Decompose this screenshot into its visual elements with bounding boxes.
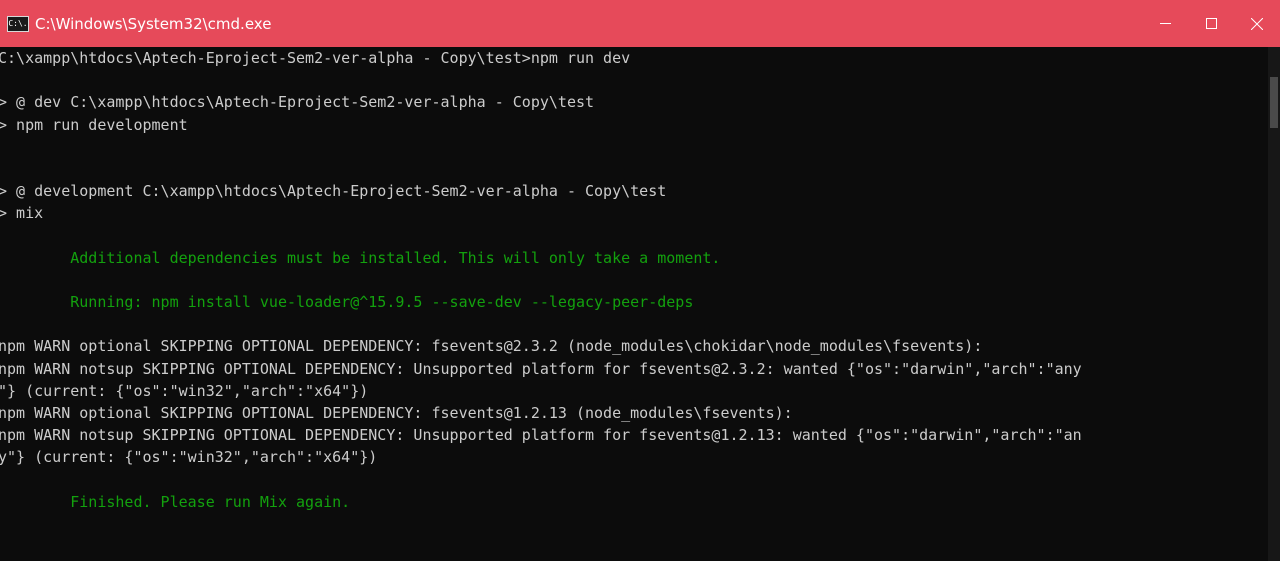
console-line: > @ dev C:\xampp\htdocs\Aptech-Eproject-… bbox=[0, 93, 595, 112]
console-line: y"} (current: {"os":"win32","arch":"x64"… bbox=[0, 448, 378, 467]
console-line: > mix bbox=[0, 204, 44, 223]
console-line: npm WARN optional SKIPPING OPTIONAL DEPE… bbox=[0, 337, 983, 356]
window-title: C:\Windows\System32\cmd.exe bbox=[35, 14, 272, 33]
console-line: Running: npm install vue-loader@^15.9.5 … bbox=[0, 293, 694, 312]
console-output[interactable]: C:\xampp\htdocs\Aptech-Eproject-Sem2-ver… bbox=[0, 47, 1268, 561]
console-line: > npm run development bbox=[0, 115, 188, 134]
maximize-icon bbox=[1205, 18, 1217, 29]
console-line: npm WARN notsup SKIPPING OPTIONAL DEPEND… bbox=[0, 359, 1082, 378]
close-icon bbox=[1251, 17, 1263, 30]
cmd-app-icon[interactable]: C:\. bbox=[7, 15, 29, 32]
close-button[interactable] bbox=[1234, 0, 1280, 47]
minimize-icon bbox=[1159, 18, 1171, 29]
scrollbar-thumb[interactable] bbox=[1270, 77, 1278, 129]
console-line: C:\xampp\htdocs\Aptech-Eproject-Sem2-ver… bbox=[0, 49, 631, 67]
cmd-window: C:\. C:\Windows\System32\cmd.exe C:\xamp… bbox=[0, 0, 1280, 561]
console-line: > @ development C:\xampp\htdocs\Aptech-E… bbox=[0, 182, 667, 201]
vertical-scrollbar[interactable] bbox=[1268, 47, 1280, 561]
console-line: Finished. Please run Mix again. bbox=[0, 492, 351, 511]
maximize-button[interactable] bbox=[1188, 0, 1234, 47]
console-line: "} (current: {"os":"win32","arch":"x64"}… bbox=[0, 381, 369, 400]
window-controls bbox=[1142, 0, 1280, 47]
console-line: npm WARN notsup SKIPPING OPTIONAL DEPEND… bbox=[0, 426, 1082, 445]
title-bar[interactable]: C:\. C:\Windows\System32\cmd.exe bbox=[0, 0, 1280, 47]
console-line: npm WARN optional SKIPPING OPTIONAL DEPE… bbox=[0, 404, 793, 422]
console-line: Additional dependencies must be installe… bbox=[0, 248, 721, 267]
minimize-button[interactable] bbox=[1142, 0, 1188, 47]
